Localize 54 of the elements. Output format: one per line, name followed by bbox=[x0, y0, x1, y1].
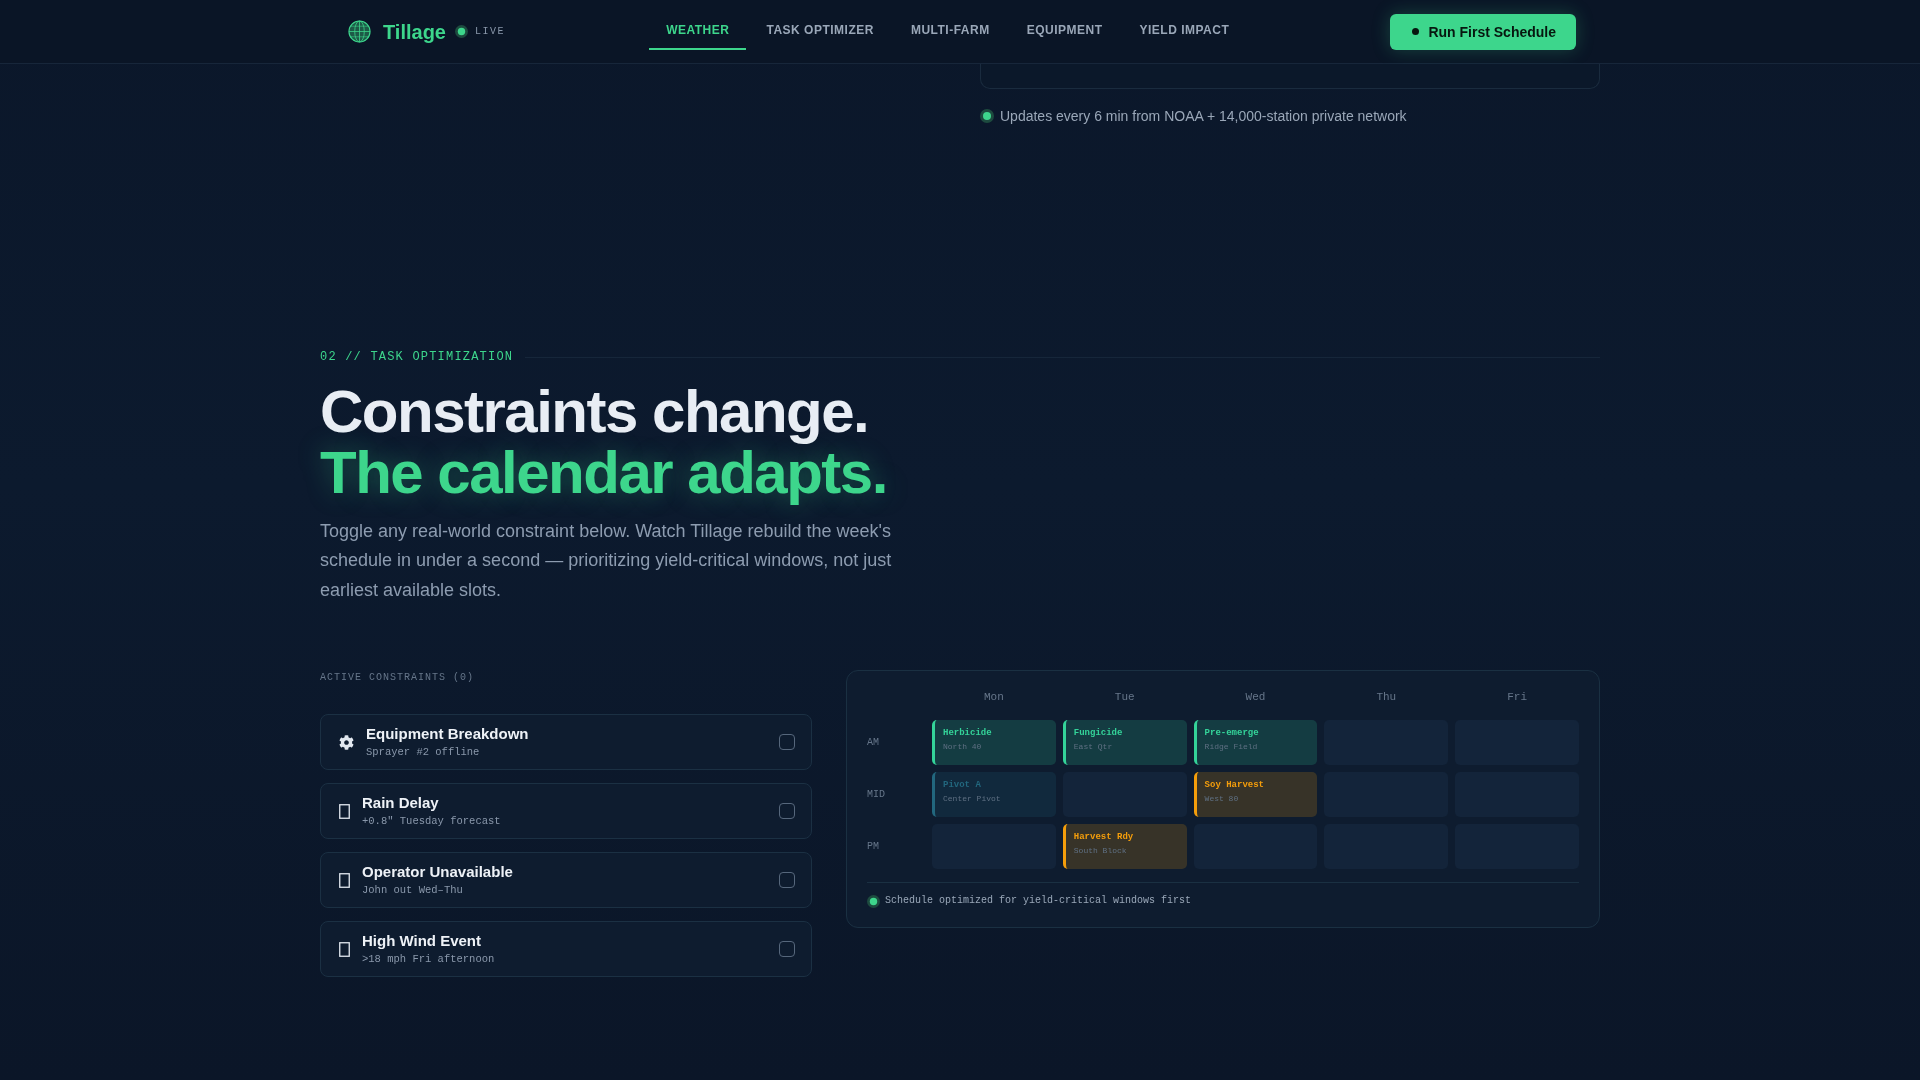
day-header: Fri bbox=[1506, 690, 1528, 705]
entry-detail: East Qtr bbox=[1073, 742, 1114, 753]
entry-title: Harvest Rdy bbox=[1073, 831, 1135, 844]
nav-tab[interactable]: EQUIPMENT bbox=[1009, 13, 1120, 50]
run-schedule-button[interactable]: Run First Schedule bbox=[1390, 13, 1576, 50]
schedule-footer-text: Schedule optimized for yield-critical windows first bbox=[885, 894, 1192, 909]
nav-tab[interactable]: WEATHER bbox=[649, 13, 747, 50]
headline: Constraints change. bbox=[320, 381, 869, 442]
day-header: Tue bbox=[1113, 690, 1136, 705]
rectangle-icon bbox=[339, 803, 350, 819]
day-header: Wed bbox=[1244, 690, 1267, 705]
constraint-title: Rain Delay bbox=[362, 794, 440, 813]
entry-detail: Ridge Field bbox=[1204, 742, 1259, 753]
constraint-title: High Wind Event bbox=[362, 932, 483, 951]
entry-title: Fungicide bbox=[1073, 727, 1124, 740]
status-dot-icon bbox=[980, 109, 994, 123]
constraint-checkbox[interactable] bbox=[779, 872, 795, 889]
day-header: Thu bbox=[1375, 690, 1398, 705]
constraint-title: Equipment Breakdown bbox=[366, 725, 529, 744]
status-dot-icon bbox=[455, 25, 468, 38]
entry-title: Herbicide bbox=[943, 727, 993, 740]
nav-tab[interactable]: TASK OPTIMIZER bbox=[749, 13, 891, 50]
constraint-title: Operator Unavailable bbox=[362, 863, 513, 882]
constraints-heading: ACTIVE CONSTRAINTS (0) bbox=[320, 671, 476, 686]
day-header: Mon bbox=[983, 690, 1005, 705]
entry-detail: West 80 bbox=[1204, 794, 1240, 805]
rectangle-icon bbox=[339, 872, 350, 888]
constraint-checkbox[interactable] bbox=[779, 941, 795, 958]
dot-icon bbox=[1412, 28, 1420, 35]
nav-tab[interactable]: YIELD IMPACT bbox=[1122, 13, 1247, 50]
brand-name[interactable]: Tillage bbox=[383, 19, 446, 44]
live-label: LIVE bbox=[475, 26, 505, 37]
constraint-detail: +0.8" Tuesday forecast bbox=[362, 814, 501, 829]
intro-paragraph: Toggle any real-world constraint below. Watch Tillage rebuild the week's schedule in under a second — prioritizing yield-critical windows, not just earliest available slots. bbox=[320, 520, 893, 602]
constraint-checkbox[interactable] bbox=[779, 803, 795, 820]
entry-detail: South Block bbox=[1073, 846, 1128, 857]
section-eyebrow: 02 // TASK OPTIMIZATION bbox=[320, 349, 514, 365]
entry-title: Pivot A bbox=[943, 779, 982, 792]
update-status-text: Updates every 6 min from NOAA + 14,000-station private network bbox=[1000, 107, 1407, 126]
entry-title: Pre-emerge bbox=[1204, 727, 1260, 740]
constraint-checkbox[interactable] bbox=[779, 734, 795, 751]
constraint-detail: John out Wed–Thu bbox=[362, 883, 464, 898]
time-slot-label: MID bbox=[867, 789, 886, 801]
nav-tab[interactable]: MULTI-FARM bbox=[893, 13, 1007, 50]
time-slot-label: AM bbox=[867, 737, 880, 749]
rectangle-icon bbox=[339, 941, 350, 957]
gear-icon bbox=[339, 734, 354, 750]
entry-title: Soy Harvest bbox=[1204, 779, 1265, 792]
entry-detail: Center Pivot bbox=[943, 794, 1002, 805]
globe-icon bbox=[348, 20, 371, 43]
status-dot-icon bbox=[867, 894, 880, 908]
constraint-detail: >18 mph Fri afternoon bbox=[362, 952, 495, 967]
time-slot-label: PM bbox=[867, 841, 880, 853]
constraint-detail: Sprayer #2 offline bbox=[366, 745, 481, 760]
